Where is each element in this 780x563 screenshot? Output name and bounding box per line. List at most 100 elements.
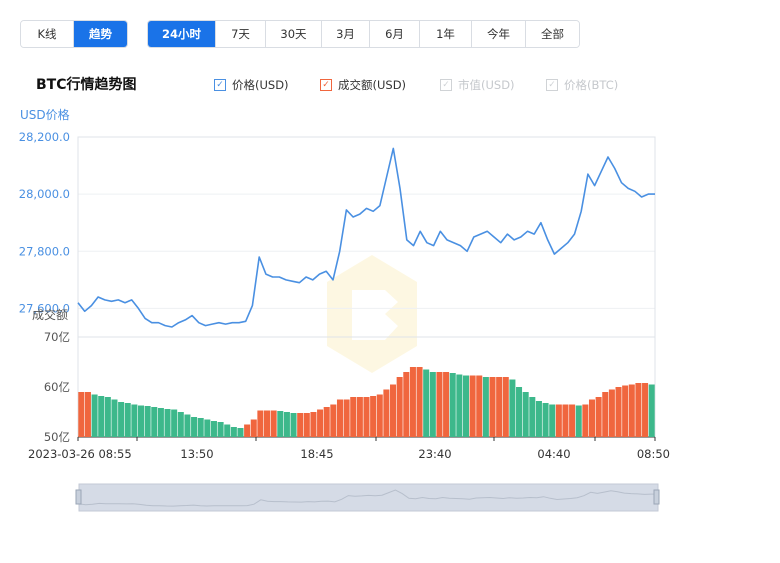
volume-bar <box>502 377 509 437</box>
volume-bar <box>575 405 582 437</box>
slider-handle[interactable] <box>653 489 660 505</box>
volume-bar <box>184 414 191 437</box>
volume-bar <box>595 397 602 437</box>
volume-bar <box>542 403 549 437</box>
slider-handle[interactable] <box>75 489 82 505</box>
volume-bar <box>104 397 111 437</box>
volume-bar <box>429 372 436 437</box>
volume-bar <box>622 385 629 437</box>
volume-bar <box>264 410 271 437</box>
volume-bar <box>244 424 251 437</box>
volume-bar <box>383 389 390 437</box>
price-tick-label: 28,200.0 <box>19 130 70 144</box>
volume-bar <box>78 392 85 437</box>
volume-bar <box>555 404 562 437</box>
volume-bar <box>370 396 377 437</box>
volume-bar <box>197 418 204 437</box>
volume-bar <box>443 372 450 437</box>
volume-bar <box>476 375 483 437</box>
volume-tick-label: 60亿 <box>44 380 70 394</box>
volume-bar <box>217 422 224 437</box>
volume-bar <box>509 379 516 437</box>
price-tick-label: 27,800.0 <box>19 244 70 258</box>
volume-bar <box>111 399 118 437</box>
x-tick-label: 04:40 <box>537 447 570 461</box>
slider-track <box>78 483 659 512</box>
volume-bar <box>403 372 410 437</box>
volume-bar <box>151 407 158 437</box>
volume-bar <box>628 384 635 437</box>
volume-bar <box>290 413 297 437</box>
volume-bar <box>336 399 343 437</box>
volume-bar <box>462 375 469 437</box>
volume-bar <box>516 387 523 437</box>
volume-bar <box>482 377 489 437</box>
volume-bar <box>164 409 171 437</box>
volume-bar <box>144 406 151 437</box>
price-tick-label: 28,000.0 <box>19 187 70 201</box>
volume-bar <box>323 407 330 437</box>
volume-bar <box>390 384 397 437</box>
volume-bar <box>310 412 317 437</box>
volume-bar <box>277 411 284 437</box>
volume-bar <box>363 397 370 437</box>
x-tick-label: 08:50 <box>637 447 670 461</box>
volume-bar <box>608 389 615 437</box>
x-tick-label: 23:40 <box>418 447 451 461</box>
volume-bar <box>317 409 324 437</box>
watermark-logo <box>327 255 417 373</box>
volume-bar <box>496 377 503 437</box>
volume-bar <box>615 387 622 437</box>
volume-bar <box>529 397 536 437</box>
volume-bar <box>250 419 257 437</box>
volume-bar <box>177 412 184 437</box>
volume-bar <box>171 409 178 437</box>
volume-bar <box>602 392 609 437</box>
volume-bar <box>330 404 337 437</box>
volume-bar <box>98 396 105 437</box>
volume-bar <box>582 404 589 437</box>
volume-bar <box>423 369 430 437</box>
volume-bar <box>131 404 138 437</box>
volume-bar <box>303 413 310 437</box>
volume-bar <box>118 402 125 437</box>
volume-bar <box>191 417 198 437</box>
volume-bar <box>257 410 264 437</box>
volume-bar <box>569 404 576 437</box>
volume-bar <box>237 428 244 437</box>
volume-bar <box>535 401 542 437</box>
volume-tick-label: 70亿 <box>44 330 70 344</box>
volume-bar <box>224 424 231 437</box>
volume-bar <box>91 394 98 437</box>
volume-bar <box>409 367 416 437</box>
volume-bar <box>210 421 217 437</box>
volume-bar <box>376 394 383 437</box>
volume-bars <box>78 367 655 437</box>
volume-bar <box>283 412 290 437</box>
volume-bar <box>436 372 443 437</box>
volume-bar <box>635 383 642 437</box>
volume-bar <box>648 384 655 437</box>
price-axis-title: USD价格 <box>20 107 70 122</box>
volume-bar <box>297 413 304 437</box>
volume-bar <box>356 397 363 437</box>
volume-axis-title: 成交额 <box>32 307 68 322</box>
chart-canvas: 28,200.028,000.027,800.027,600.0USD价格70亿… <box>19 107 670 512</box>
volume-bar <box>642 383 649 437</box>
volume-bar <box>416 367 423 437</box>
volume-bar <box>522 392 529 437</box>
volume-bar <box>562 404 569 437</box>
range-slider[interactable] <box>75 483 660 512</box>
volume-bar <box>489 377 496 437</box>
volume-bar <box>469 375 476 437</box>
x-tick-label: 2023-03-26 08:55 <box>28 447 132 461</box>
volume-bar <box>588 399 596 437</box>
volume-bar <box>549 404 556 437</box>
volume-bar <box>343 399 350 437</box>
volume-bar <box>396 377 403 437</box>
x-tick-label: 18:45 <box>300 447 333 461</box>
volume-bar <box>449 373 456 437</box>
volume-bar <box>230 427 237 437</box>
volume-bar <box>124 403 131 437</box>
volume-bar <box>204 419 211 437</box>
